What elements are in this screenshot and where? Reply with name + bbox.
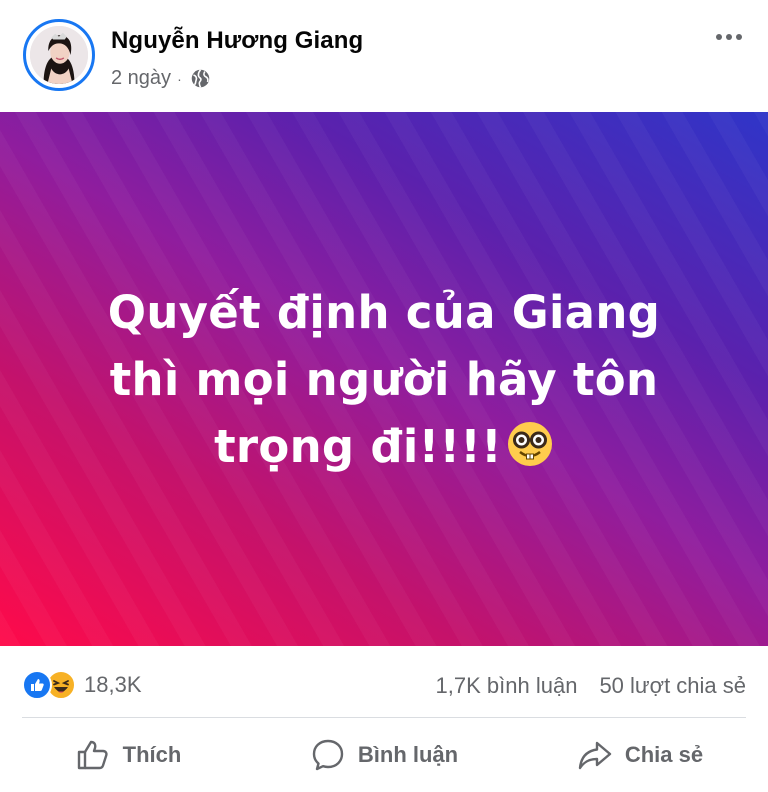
globe-icon: [191, 69, 209, 88]
avatar-image: [30, 26, 88, 84]
comment-label: Bình luận: [357, 742, 459, 767]
post-actions: Thích Bình luận Chia sẻ: [0, 718, 768, 792]
engagement-counts: 1,7K bình luận 50 lượt chia sẻ: [436, 673, 746, 699]
reaction-count: 18,3K: [84, 672, 142, 697]
comment-bubble-icon: [312, 739, 344, 771]
more-dot-icon: [736, 34, 742, 40]
author-name[interactable]: Nguyễn Hương Giang: [111, 27, 363, 55]
more-dot-icon: [726, 34, 732, 40]
more-options-button[interactable]: [716, 34, 742, 40]
reaction-stats: 18,3K 1,7K bình luận 50 lượt chia sẻ: [0, 646, 768, 718]
like-reaction-icon: [22, 670, 52, 700]
reactions-summary[interactable]: 18,3K: [22, 670, 142, 700]
more-dot-icon: [716, 34, 722, 40]
post-content: Quyết định của Giang thì mọi người hãy t…: [0, 112, 768, 646]
post-time[interactable]: 2 ngày: [111, 67, 171, 90]
share-count[interactable]: 50 lượt chia sẻ: [599, 673, 746, 699]
post-text: Quyết định của Giang thì mọi người hãy t…: [84, 279, 684, 480]
share-arrow-icon: [578, 741, 612, 770]
comment-button[interactable]: Bình luận: [256, 718, 512, 792]
post-header: Nguyễn Hương Giang 2 ngày ·: [0, 0, 768, 112]
share-label: Chia sẻ: [624, 742, 704, 767]
comment-count[interactable]: 1,7K bình luận: [436, 673, 578, 699]
thumbs-up-icon: [77, 740, 108, 770]
avatar[interactable]: [23, 19, 95, 91]
meta-separator: ·: [177, 70, 182, 87]
nerd-face-emoji-icon: [507, 421, 552, 466]
post-meta: 2 ngày ·: [111, 67, 211, 90]
like-button[interactable]: Thích: [0, 718, 256, 792]
post-message: Quyết định của Giang thì mọi người hãy t…: [107, 285, 661, 473]
post-background[interactable]: Quyết định của Giang thì mọi người hãy t…: [0, 112, 768, 646]
share-button[interactable]: Chia sẻ: [512, 718, 768, 792]
like-label: Thích: [122, 742, 182, 767]
